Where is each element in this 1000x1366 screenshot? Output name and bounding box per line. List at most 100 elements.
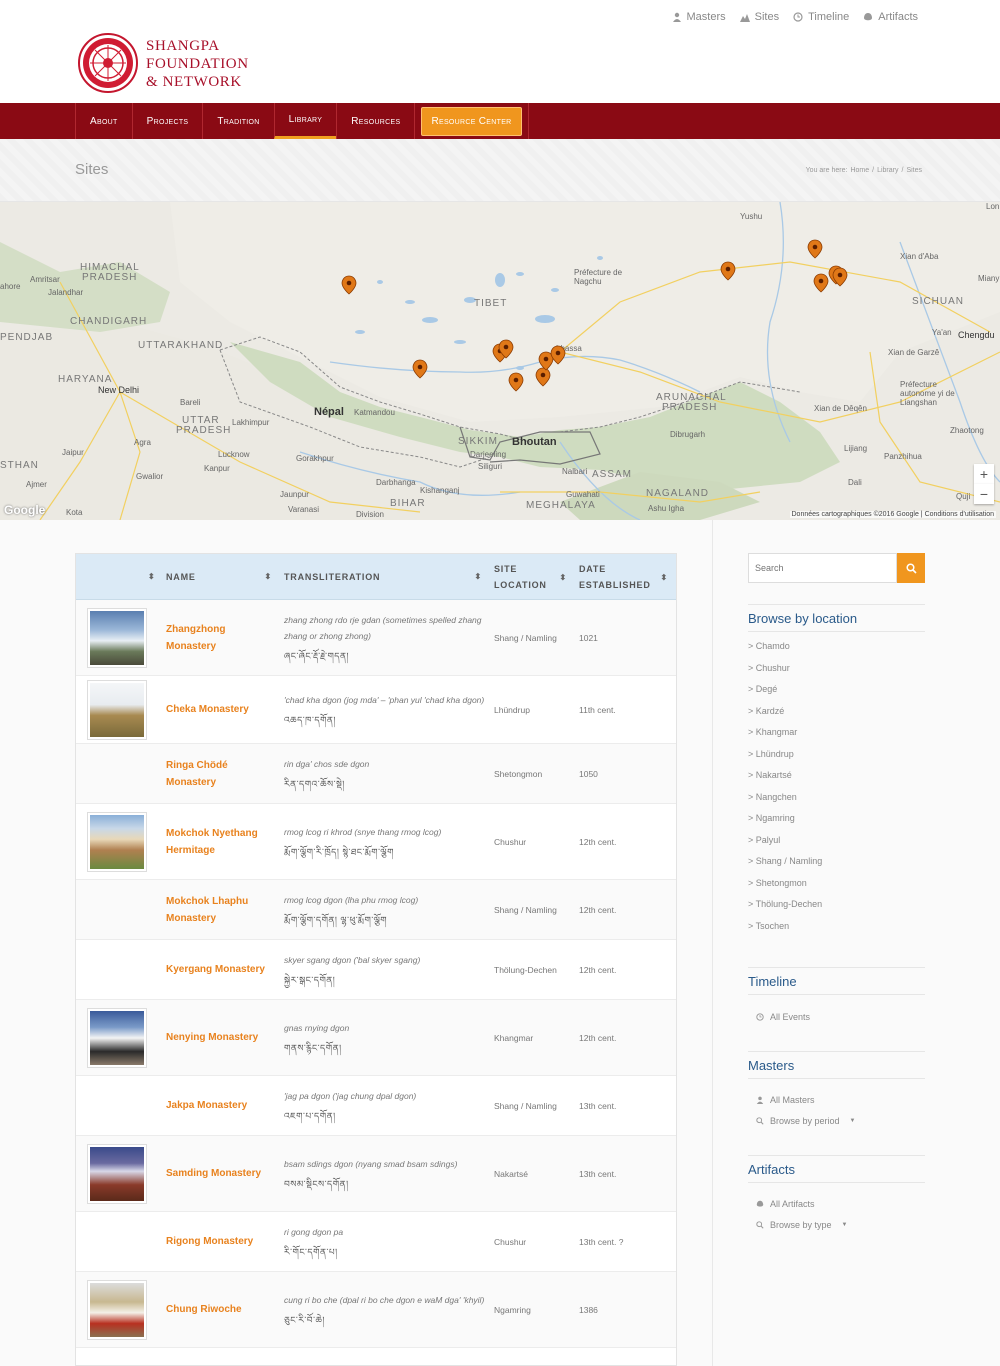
location-link[interactable]: > Chushur bbox=[748, 663, 822, 685]
breadcrumb-sites: Sites bbox=[906, 167, 922, 174]
location-link[interactable]: > Palyul bbox=[748, 835, 822, 857]
browse-type-link[interactable]: Browse by type ▼ bbox=[756, 1220, 847, 1230]
brand-line-1: SHANGPA bbox=[146, 38, 220, 54]
cell-transliteration: ri gong dgon pa རི་གོང་དགོན་པ། bbox=[276, 1212, 486, 1271]
toplink-masters[interactable]: Masters bbox=[672, 11, 726, 23]
resource-center-button[interactable]: Resource Center bbox=[421, 106, 522, 136]
cell-date: 11th cent. bbox=[579, 704, 616, 715]
site-name-link[interactable]: Jakpa Monastery bbox=[158, 1076, 276, 1135]
col-trans-header[interactable]: TRANSLITERATION ⬍ bbox=[276, 554, 486, 599]
browse-location-title: Browse by location bbox=[748, 604, 925, 632]
site-thumbnail[interactable] bbox=[87, 607, 147, 668]
site-name-link[interactable]: Cheka Monastery bbox=[158, 676, 276, 743]
brand-name[interactable]: SHANGPA FOUNDATION & NETWORK bbox=[146, 37, 249, 91]
all-artifacts-link[interactable]: All Artifacts bbox=[756, 1199, 815, 1209]
location-link[interactable]: > Lhündrup bbox=[748, 749, 822, 771]
location-link[interactable]: > Chamdo bbox=[748, 641, 822, 663]
sort-icon: ⬍ bbox=[559, 573, 567, 582]
cell-image bbox=[76, 1136, 158, 1211]
map-label-stan: STHAN bbox=[0, 460, 39, 471]
breadcrumb-library[interactable]: Library bbox=[877, 167, 898, 174]
all-events-link[interactable]: All Events bbox=[756, 1012, 810, 1022]
tibetan-script: རྨོག་ལྕོག་རི་ཁྲོད། སྙེ་ཐང་རྨོག་ལྕོག bbox=[284, 846, 394, 857]
tibetan-script: རི་གོང་དགོན་པ། bbox=[284, 1246, 338, 1257]
toplink-timeline[interactable]: Timeline bbox=[793, 11, 849, 23]
cell-image bbox=[76, 940, 158, 999]
location-link[interactable]: > Khangmar bbox=[748, 727, 822, 749]
nav-resource-center: Resource Center bbox=[414, 103, 529, 139]
transliteration-text: ri gong dgon pa bbox=[284, 1226, 344, 1237]
tibetan-script: འཇག་པ་དགོན། bbox=[284, 1110, 336, 1121]
site-thumbnail[interactable] bbox=[87, 1143, 147, 1204]
zoom-out-button[interactable]: − bbox=[974, 484, 994, 504]
cell-image bbox=[76, 1000, 158, 1075]
col-date-header[interactable]: DATE ESTABLISHED ⬍ bbox=[571, 554, 676, 599]
nav-tradition[interactable]: Tradition bbox=[202, 103, 273, 139]
breadcrumb-home[interactable]: Home bbox=[850, 167, 869, 174]
breadcrumb: You are here: Home / Library / Sites bbox=[806, 167, 922, 174]
map-label-nagchu: Préfecture de Nagchu bbox=[574, 268, 623, 286]
location-link[interactable]: > Shetongmon bbox=[748, 878, 822, 900]
location-link[interactable]: > Tsochen bbox=[748, 921, 822, 943]
logo-icon[interactable] bbox=[78, 33, 138, 93]
location-link[interactable]: > Kardzé bbox=[748, 706, 822, 728]
location-link[interactable]: > Nangchen bbox=[748, 792, 822, 814]
tibetan-script: འཆད་ཁ་དགོན། bbox=[284, 714, 336, 725]
location-link[interactable]: > Ngamring bbox=[748, 813, 822, 835]
site-name-link[interactable]: Samding Monastery bbox=[158, 1136, 276, 1211]
brand-line-2: FOUNDATION bbox=[146, 56, 249, 72]
cell-transliteration: gnas rnying dgon གནས་རྙིང་དགོན། bbox=[276, 1000, 486, 1075]
site-thumbnail[interactable] bbox=[87, 811, 147, 872]
nav-about[interactable]: About bbox=[75, 103, 132, 139]
site-name-link[interactable]: Mokchok Lhaphu Monastery bbox=[158, 880, 276, 939]
site-name-link[interactable]: Chung Riwoche bbox=[158, 1272, 276, 1347]
map-label-bhoutan: Bhoutan bbox=[512, 436, 557, 448]
transliteration-text: bsam sdings dgon (nyang smad bsam sdings… bbox=[284, 1158, 458, 1169]
site-name-link[interactable]: Nenying Monastery bbox=[158, 1000, 276, 1075]
location-link[interactable]: > Shang / Namling bbox=[748, 856, 822, 878]
map-attribution[interactable]: Données cartographiques ©2016 Google | C… bbox=[789, 511, 996, 518]
zoom-in-button[interactable]: + bbox=[974, 464, 994, 484]
location-link[interactable]: > Thölung-Dechen bbox=[748, 899, 822, 921]
site-name-link[interactable]: Mokchok Nyethang Hermitage bbox=[158, 804, 276, 879]
site-thumbnail[interactable] bbox=[87, 679, 147, 740]
site-name-link[interactable]: Zhangzhong Monastery bbox=[158, 600, 276, 675]
thumbnail-image bbox=[90, 814, 144, 869]
all-masters-link[interactable]: All Masters bbox=[756, 1095, 815, 1105]
site-thumbnail[interactable] bbox=[87, 1279, 147, 1340]
map-label-guwahati: Guwahati bbox=[566, 490, 600, 499]
location-link[interactable]: > Degé bbox=[748, 684, 822, 706]
nav-projects[interactable]: Projects bbox=[131, 103, 203, 139]
site-header: SHANGPA FOUNDATION & NETWORK Masters Sit… bbox=[0, 0, 1000, 103]
col-name-header[interactable]: NAME ⬍ bbox=[158, 554, 276, 599]
cell-image bbox=[76, 676, 158, 743]
cell-image bbox=[76, 1076, 158, 1135]
map-label-varanasi: Varanasi bbox=[288, 505, 319, 514]
toplink-sites[interactable]: Sites bbox=[739, 11, 779, 23]
sites-map[interactable]: HIMACHAL PRADESH Amritsar Jalandhar ahor… bbox=[0, 202, 1000, 520]
site-name-link[interactable]: Rigong Monastery bbox=[158, 1212, 276, 1271]
toplink-artifacts[interactable]: Artifacts bbox=[863, 11, 918, 23]
search-button[interactable] bbox=[897, 553, 925, 583]
col-location-header[interactable]: SITE LOCATION ⬍ bbox=[486, 554, 571, 599]
map-label-gwalior: Gwalior bbox=[136, 472, 164, 481]
map-label-bareli: Bareli bbox=[180, 398, 201, 407]
map-label-yaan: Ya'an bbox=[932, 328, 952, 337]
site-name-link[interactable]: Ringa Chödé Monastery bbox=[158, 744, 276, 803]
table-row: Kyergang Monastery skyer sgang dgon ('bal… bbox=[76, 940, 676, 1000]
cell-date: 12th cent. bbox=[579, 836, 617, 847]
col-image-header[interactable]: ⬍ bbox=[76, 554, 158, 599]
map-label-chengdu: Chengdu bbox=[958, 330, 995, 340]
search-input[interactable] bbox=[748, 553, 897, 583]
table-body: Zhangzhong Monastery zhang zhong rdo rje … bbox=[76, 600, 676, 1348]
nav-resources[interactable]: Resources bbox=[336, 103, 414, 139]
thumbnail-image bbox=[90, 610, 144, 665]
browse-period-link[interactable]: Browse by period ▼ bbox=[756, 1116, 856, 1126]
cell-location: Ngamring bbox=[494, 1304, 531, 1315]
nav-library[interactable]: Library bbox=[273, 103, 337, 139]
map-label-miany: Miany bbox=[978, 274, 1000, 283]
location-link[interactable]: > Nakartsé bbox=[748, 770, 822, 792]
site-thumbnail[interactable] bbox=[87, 1007, 147, 1068]
map-label-chandigarh: CHANDIGARH bbox=[70, 316, 148, 327]
site-name-link[interactable]: Kyergang Monastery bbox=[158, 940, 276, 999]
